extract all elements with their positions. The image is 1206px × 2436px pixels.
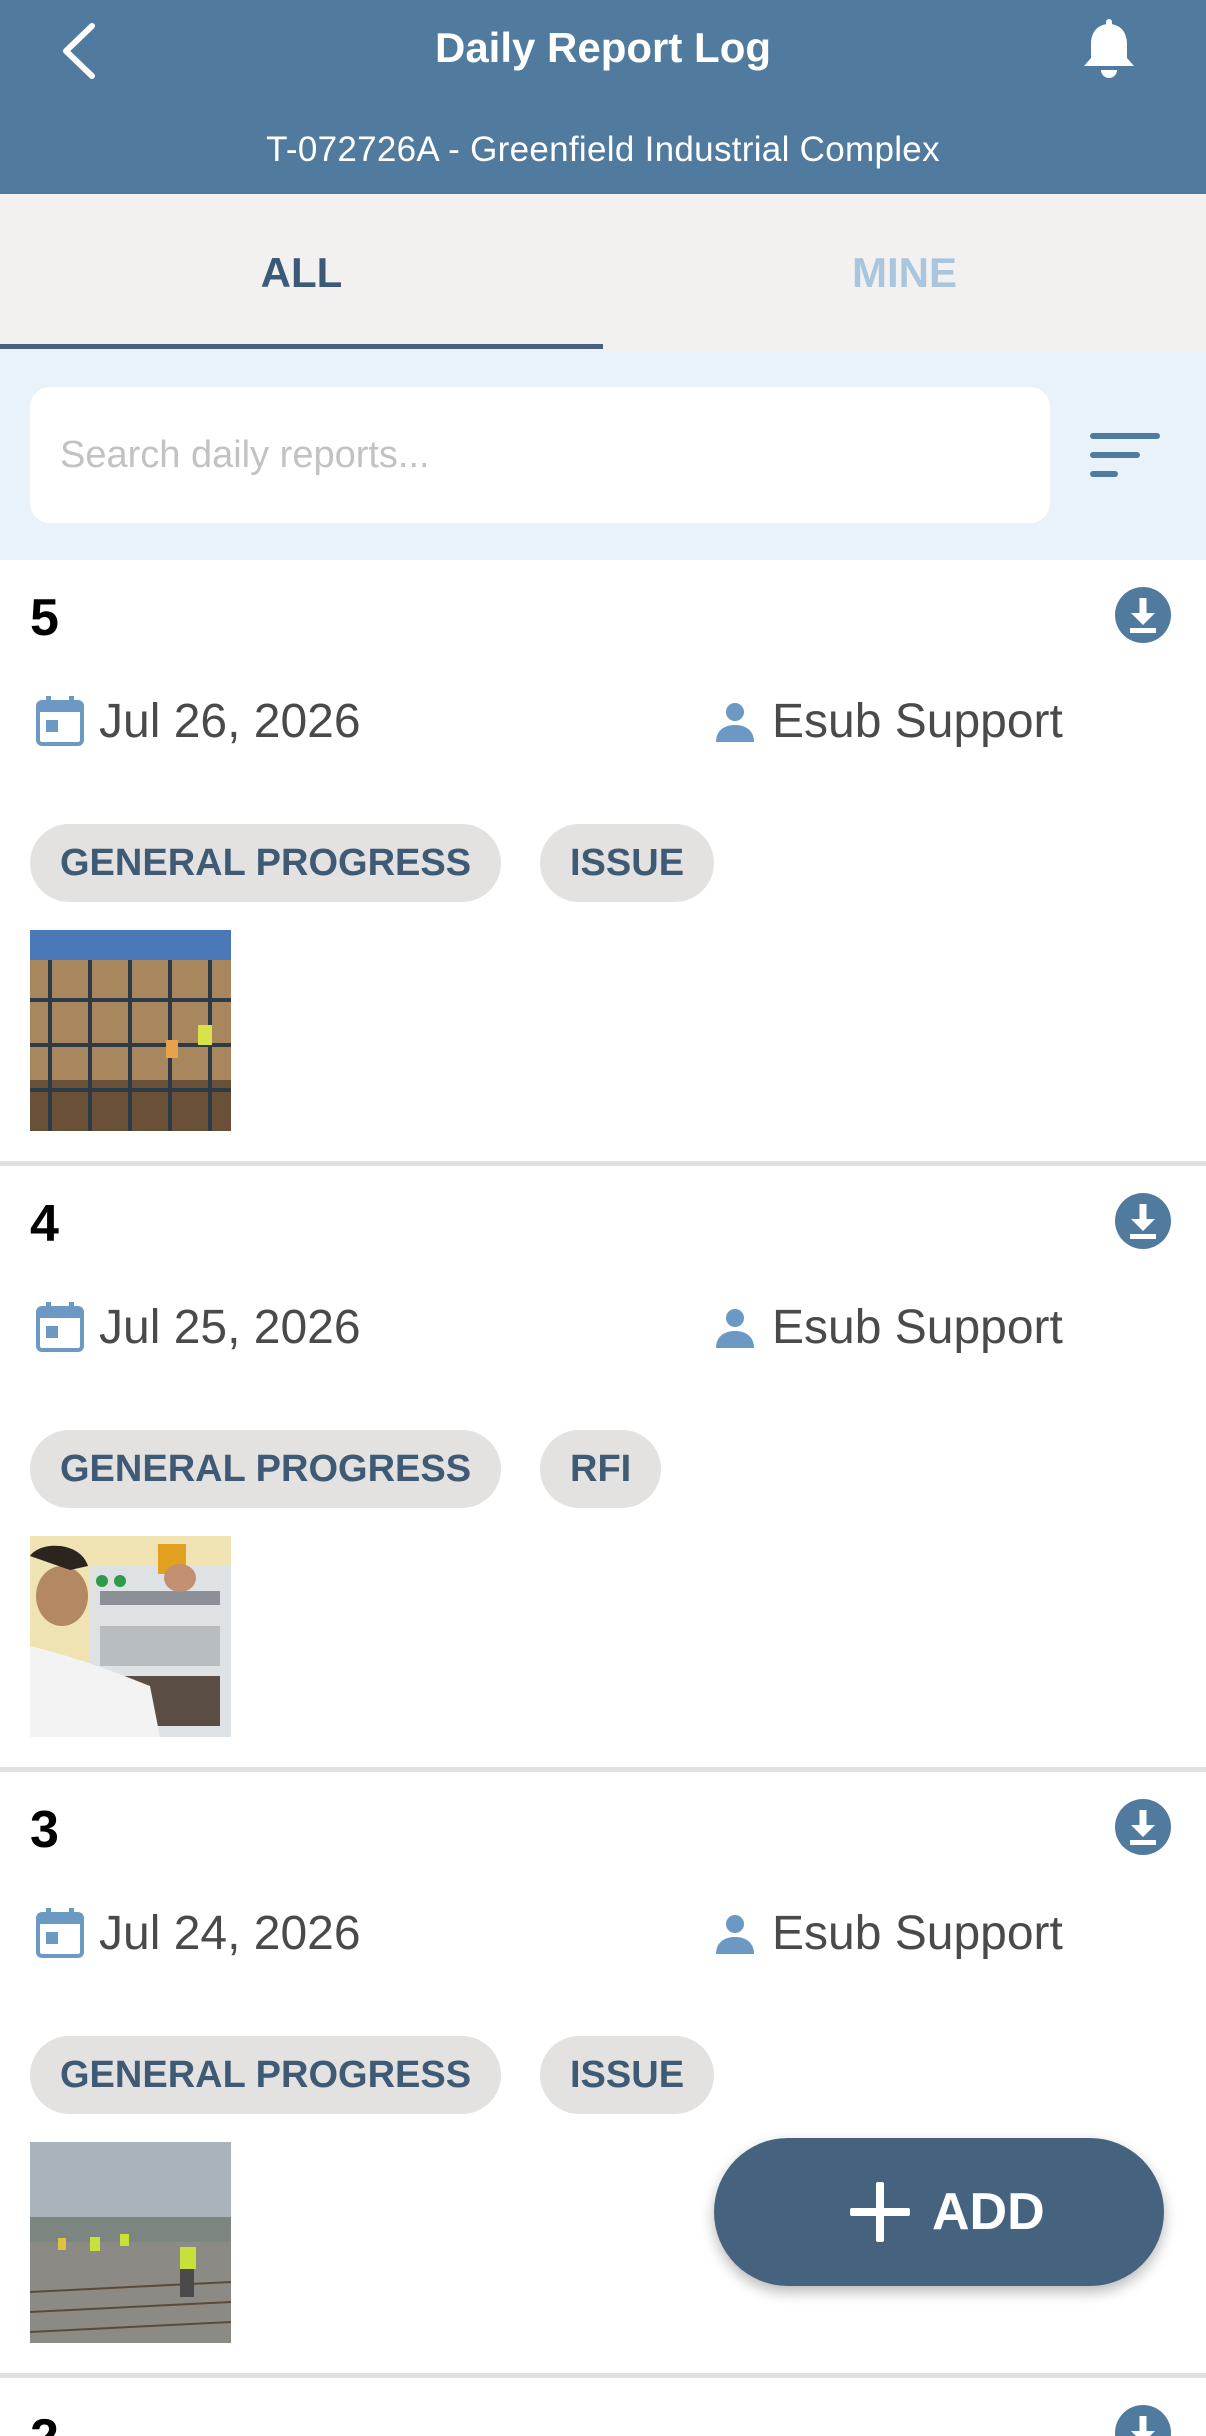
tag-chip: GENERAL PROGRESS	[30, 824, 502, 902]
tag-chip: GENERAL PROGRESS	[30, 1430, 502, 1508]
active-tab-indicator	[0, 344, 603, 349]
report-date: Jul 26, 2026	[99, 695, 361, 748]
download-button[interactable]	[1114, 1192, 1172, 1250]
search-input[interactable]	[30, 387, 1050, 523]
report-number: 5	[30, 589, 59, 647]
download-icon	[1115, 2405, 1171, 2436]
report-author: Esub Support	[772, 1301, 1063, 1354]
bell-icon	[1084, 19, 1134, 78]
report-author: Esub Support	[772, 1907, 1063, 1960]
notifications-button[interactable]	[1078, 18, 1140, 82]
tag-chip: ISSUE	[540, 2036, 715, 2114]
filter-sort-button[interactable]	[1088, 429, 1164, 481]
project-subtitle: T-072726A - Greenfield Industrial Comple…	[266, 130, 940, 169]
electrician-panel-photo	[30, 1536, 231, 1737]
app-header: Daily Report Log T-072726A - Greenfield …	[0, 0, 1206, 194]
tab-mine[interactable]: MINE	[603, 194, 1206, 351]
tag-chip: RFI	[540, 1430, 662, 1508]
tag-chip: GENERAL PROGRESS	[30, 2036, 502, 2114]
report-number: 3	[30, 1801, 59, 1859]
download-button[interactable]	[1114, 2404, 1172, 2436]
report-number: 4	[30, 1195, 59, 1253]
report-date: Jul 25, 2026	[99, 1301, 361, 1354]
download-button[interactable]	[1114, 586, 1172, 644]
report-date: Jul 24, 2026	[99, 1907, 361, 1960]
sort-filter-icon	[1090, 433, 1160, 477]
report-photo-thumbnail[interactable]	[30, 930, 231, 1131]
person-icon	[716, 1915, 754, 1954]
report-number: 2	[30, 2408, 59, 2436]
report-card[interactable]: 5 Jul 26, 2026 Esub Support GENERAL PROG…	[0, 560, 1206, 1166]
report-photo-thumbnail[interactable]	[30, 1536, 231, 1737]
download-icon	[1115, 1799, 1171, 1855]
report-photo-thumbnail[interactable]	[30, 2142, 231, 2343]
report-card[interactable]: 2	[0, 2380, 1206, 2436]
plus-icon	[850, 2182, 910, 2242]
scaffolding-construction-photo	[30, 930, 231, 1131]
report-author: Esub Support	[772, 695, 1063, 748]
download-button[interactable]	[1114, 1798, 1172, 1856]
concrete-pour-site-photo	[30, 2142, 231, 2343]
add-button-label: ADD	[932, 2183, 1045, 2241]
calendar-icon	[36, 696, 84, 746]
tab-bar: ALL MINE	[0, 194, 1206, 351]
add-report-button[interactable]: ADD	[714, 2138, 1164, 2286]
tag-chip: ISSUE	[540, 824, 715, 902]
calendar-icon	[36, 1302, 84, 1352]
download-icon	[1115, 1193, 1171, 1249]
person-icon	[716, 1309, 754, 1348]
person-icon	[716, 703, 754, 742]
download-icon	[1115, 587, 1171, 643]
report-card[interactable]: 3 Jul 24, 2026 Esub Support GENERAL PROG…	[0, 1772, 1206, 2378]
search-bar-area	[0, 351, 1206, 560]
page-title: Daily Report Log	[434, 24, 772, 71]
report-card[interactable]: 4 Jul 25, 2026 Esub Support GENERAL PROG…	[0, 1166, 1206, 1772]
calendar-icon	[36, 1908, 84, 1958]
tab-all[interactable]: ALL	[0, 194, 603, 351]
